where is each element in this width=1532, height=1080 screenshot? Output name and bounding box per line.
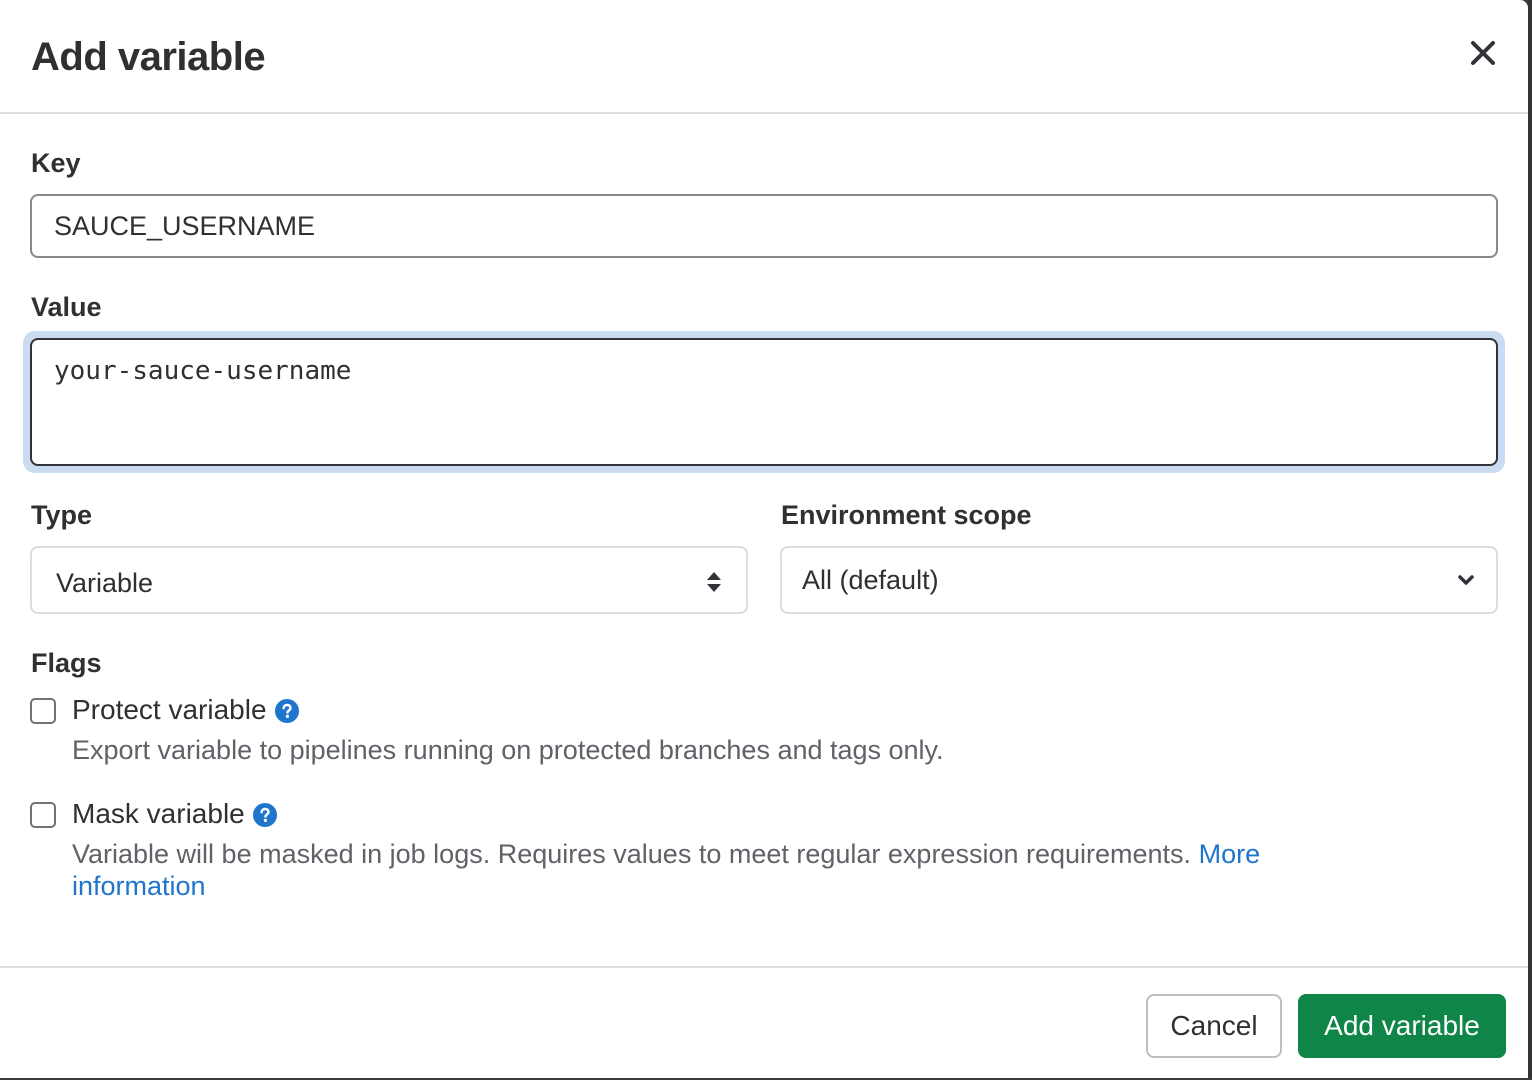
mask-variable-description: Variable will be masked in job logs. Req…	[72, 838, 1362, 902]
sort-updown-icon	[704, 570, 724, 599]
add-variable-button[interactable]: Add variable	[1298, 994, 1506, 1058]
protect-variable-label[interactable]: Protect variable	[72, 694, 267, 725]
flags-label: Flags	[31, 648, 102, 678]
type-label: Type	[31, 500, 93, 530]
question-circle-icon[interactable]	[274, 698, 299, 723]
modal-title: Add variable	[31, 35, 266, 79]
key-input[interactable]	[30, 194, 1498, 258]
value-label: Value	[31, 292, 102, 322]
close-icon	[1464, 34, 1502, 72]
environment-scope-value: All (default)	[802, 565, 939, 595]
question-circle-icon[interactable]	[252, 802, 277, 827]
environment-scope-label: Environment scope	[781, 500, 1032, 530]
add-variable-modal: Add variable Key Value your-sauce-userna…	[0, 0, 1528, 1078]
cancel-button[interactable]: Cancel	[1146, 994, 1282, 1058]
protect-variable-option: Protect variable	[72, 694, 299, 726]
mask-variable-option: Mask variable	[72, 798, 277, 830]
close-button[interactable]	[1464, 34, 1502, 72]
type-select[interactable]: Variable	[30, 546, 748, 614]
modal-header: Add variable	[0, 0, 1528, 114]
page-backdrop	[1528, 0, 1532, 1078]
type-select-value: Variable	[56, 568, 154, 598]
mask-description-text: Variable will be masked in job logs. Req…	[72, 839, 1192, 869]
mask-variable-label[interactable]: Mask variable	[72, 798, 245, 829]
mask-variable-checkbox[interactable]	[30, 802, 56, 828]
chevron-down-icon	[1456, 570, 1476, 595]
environment-scope-select[interactable]: All (default)	[780, 546, 1498, 614]
modal-footer: Cancel Add variable	[0, 966, 1528, 1080]
protect-variable-checkbox[interactable]	[30, 698, 56, 724]
value-textarea[interactable]: your-sauce-username	[30, 338, 1498, 466]
key-label: Key	[31, 148, 81, 178]
protect-variable-description: Export variable to pipelines running on …	[72, 735, 944, 765]
